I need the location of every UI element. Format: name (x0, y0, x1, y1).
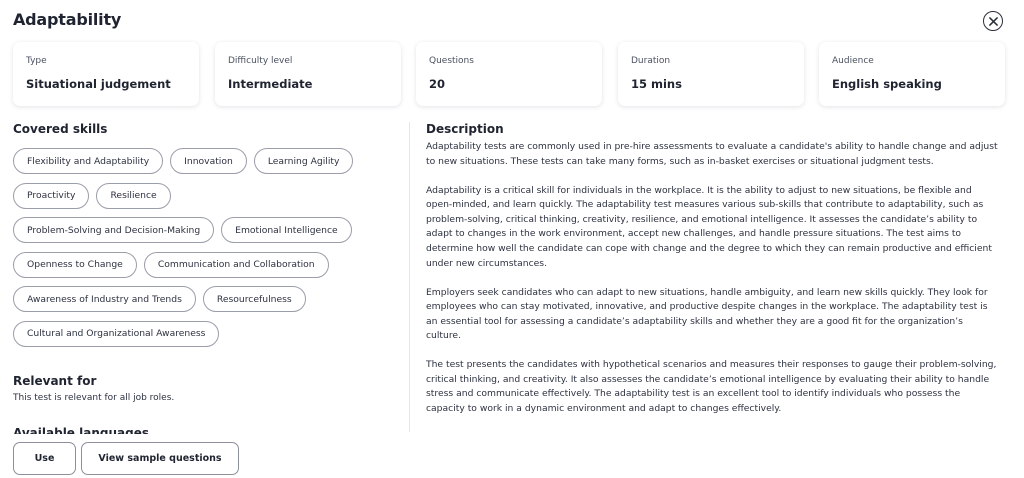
card-value: Intermediate (228, 77, 313, 91)
relevant-for-heading: Relevant for (13, 374, 97, 388)
skill-chips: Flexibility and Adaptability Innovation … (13, 148, 403, 355)
card-difficulty: Difficulty level Intermediate (215, 42, 401, 106)
card-value: 15 mins (631, 77, 682, 91)
skill-chip[interactable]: Resilience (96, 182, 171, 209)
view-sample-questions-button[interactable]: View sample questions (81, 442, 239, 475)
skill-chip[interactable]: Innovation (170, 148, 247, 174)
use-button[interactable]: Use (13, 442, 76, 475)
skill-chip[interactable]: Emotional Intelligence (221, 217, 352, 243)
chip-row: Problem-Solving and Decision-Making Emot… (13, 217, 403, 243)
chip-row: Proactivity Resilience (13, 182, 403, 209)
skill-chip[interactable]: Awareness of Industry and Trends (13, 286, 196, 312)
skill-chip[interactable]: Problem-Solving and Decision-Making (13, 217, 215, 243)
column-divider (409, 122, 410, 432)
skill-chip[interactable]: Cultural and Organizational Awareness (13, 320, 220, 347)
chip-row: Awareness of Industry and Trends Resourc… (13, 286, 403, 312)
chip-row: Cultural and Organizational Awareness (13, 320, 403, 347)
skill-chip[interactable]: Learning Agility (253, 148, 354, 174)
card-questions: Questions 20 (416, 42, 602, 106)
description-paragraph: Adaptability is a critical skill for ind… (426, 184, 992, 269)
skill-chip[interactable]: Proactivity (13, 182, 90, 209)
skill-chip[interactable]: Flexibility and Adaptability (13, 148, 164, 174)
left-panel[interactable]: Covered skills Flexibility and Adaptabil… (13, 122, 403, 434)
card-label: Audience (832, 56, 874, 66)
card-value: English speaking (832, 77, 942, 91)
description-panel: Description Adaptability tests are commo… (426, 122, 998, 431)
close-icon (988, 16, 998, 26)
description-paragraph: Adaptability tests are commonly used in … (426, 141, 998, 167)
description-paragraph: The test presents the candidates with hy… (426, 359, 997, 415)
relevant-for-text: This test is relevant for all job roles. (13, 393, 175, 403)
card-label: Type (26, 56, 47, 66)
close-button[interactable] (983, 11, 1003, 31)
skill-chip[interactable]: Communication and Collaboration (143, 251, 329, 278)
card-label: Duration (631, 56, 671, 66)
card-type: Type Situational judgement (13, 42, 199, 106)
available-languages-heading: Available languages (13, 426, 149, 434)
description-heading: Description (426, 122, 504, 136)
card-value: Situational judgement (26, 77, 171, 91)
info-cards: Type Situational judgement Difficulty le… (13, 42, 1005, 106)
card-audience: Audience English speaking (819, 42, 1005, 106)
card-label: Questions (429, 56, 474, 66)
skill-chip[interactable]: Openness to Change (13, 251, 137, 278)
chip-row: Openness to Change Communication and Col… (13, 251, 403, 278)
description-paragraph: Employers seek candidates who can adapt … (426, 286, 988, 342)
card-label: Difficulty level (228, 56, 293, 66)
covered-skills-heading: Covered skills (13, 122, 108, 136)
card-value: 20 (429, 77, 446, 91)
skill-chip[interactable]: Resourcefulness (202, 286, 306, 312)
card-duration: Duration 15 mins (618, 42, 804, 106)
modal-title: Adaptability (13, 10, 122, 29)
chip-row: Flexibility and Adaptability Innovation … (13, 148, 403, 174)
